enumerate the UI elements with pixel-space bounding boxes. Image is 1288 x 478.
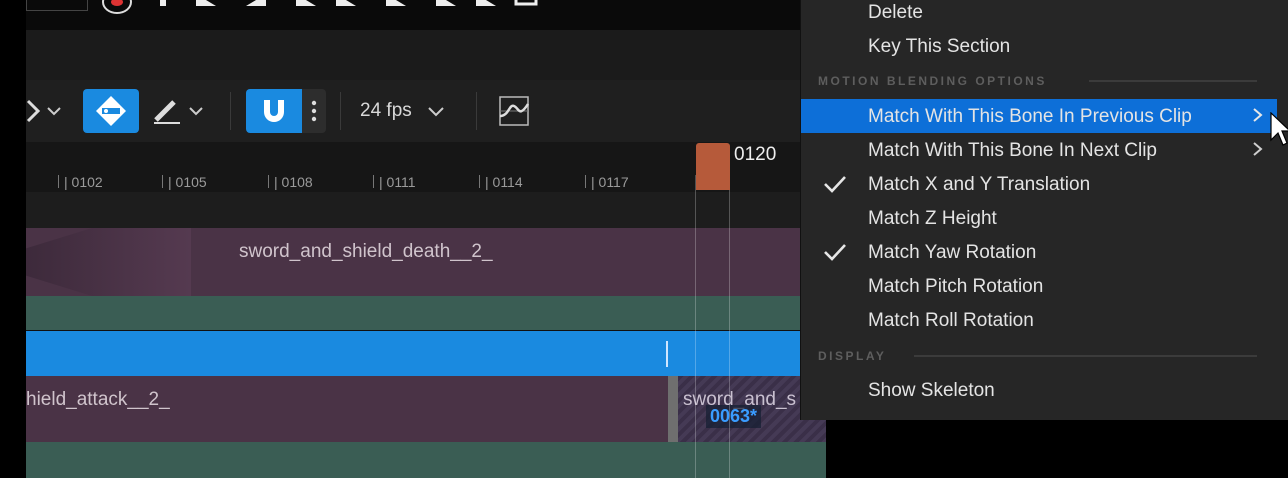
- menu-item-match-next-clip[interactable]: Match With This Bone In Next Clip: [801, 133, 1277, 167]
- menu-item-match-xy[interactable]: Match X and Y Translation: [801, 167, 1277, 201]
- chevron-down-icon: [428, 107, 444, 117]
- green-track: [26, 442, 826, 478]
- section-header-motion-blending: MOTION BLENDING OPTIONS: [818, 74, 1047, 88]
- section-divider: [1089, 80, 1257, 82]
- ruler-tick: | 0114: [479, 174, 523, 190]
- toolbar-divider: [230, 92, 231, 130]
- sequencer-toolbar: 24 fps: [26, 80, 826, 142]
- frame-badge: 0063*: [706, 405, 762, 428]
- playback-icons[interactable]: [156, 0, 556, 10]
- toolbar-divider: [476, 92, 477, 130]
- transport-controls: [156, 0, 556, 10]
- curve-editor-button[interactable]: [494, 94, 534, 128]
- ruler-tick: | 0102: [58, 174, 103, 190]
- ruler-tick: | 0117: [585, 174, 629, 190]
- snap-options-button[interactable]: [302, 89, 326, 133]
- menu-item-match-previous-clip[interactable]: Match With This Bone In Previous Clip: [801, 99, 1277, 133]
- toolbar-divider: [340, 92, 341, 130]
- ruler-tick: | 0111: [373, 174, 416, 190]
- ruler-tick: | 0105: [162, 174, 207, 190]
- clip-name: sword_and_shield_death__2_: [239, 241, 493, 262]
- selected-track-bar[interactable]: [26, 330, 826, 378]
- clip-death-track[interactable]: sword_and_shield_death__2_: [26, 228, 826, 296]
- panel-header: [26, 30, 826, 80]
- timecode-box[interactable]: [26, 0, 88, 11]
- menu-item-match-pitch[interactable]: Match Pitch Rotation: [801, 269, 1277, 303]
- context-menu: Delete Key This Section MOTION BLENDING …: [800, 0, 1288, 420]
- clip-attack-track[interactable]: hield_attack__2_ sword_and_s 0063*: [26, 376, 826, 442]
- curve-editor-icon: [499, 96, 530, 126]
- ruler-tick: | 0108: [268, 174, 313, 190]
- clip-name: hield_attack__2_: [26, 389, 170, 410]
- key-diamond-icon: [96, 96, 126, 126]
- checkmark-icon: [824, 244, 846, 261]
- chevron-right-icon: [1253, 108, 1263, 122]
- paint-tool-dropdown[interactable]: [150, 96, 210, 126]
- fps-label: 24 fps: [360, 100, 412, 121]
- pencil-icon: [154, 100, 203, 124]
- playhead-handle[interactable]: [696, 143, 730, 190]
- menu-item-match-roll[interactable]: Match Roll Rotation: [801, 303, 1277, 337]
- fps-dropdown[interactable]: 24 fps: [354, 94, 454, 128]
- more-vertical-icon: [311, 100, 317, 122]
- menu-item-match-yaw[interactable]: Match Yaw Rotation: [801, 235, 1277, 269]
- playhead-range-end: [729, 175, 730, 478]
- menu-item-key-section[interactable]: Key This Section: [801, 29, 1277, 63]
- current-frame-label: 0120: [734, 144, 777, 165]
- menu-item-match-z[interactable]: Match Z Height: [801, 201, 1277, 235]
- green-track: [26, 296, 826, 330]
- chevron-right-icon: [26, 99, 61, 123]
- left-edge: [0, 0, 26, 478]
- ruler-lower-band: [26, 192, 826, 228]
- playhead-range-start: [695, 175, 696, 478]
- key-marker[interactable]: [666, 341, 668, 367]
- mouse-cursor-icon: [1270, 112, 1288, 146]
- record-icon[interactable]: [102, 0, 132, 14]
- section-header-display: DISPLAY: [818, 349, 887, 363]
- magnet-icon: [264, 100, 284, 122]
- transform-dropdown[interactable]: [26, 96, 66, 126]
- clip-boundary-handle[interactable]: [668, 376, 678, 442]
- transport-bar: [26, 0, 826, 30]
- key-mode-button[interactable]: [83, 89, 139, 133]
- menu-item-delete[interactable]: Delete: [801, 0, 1277, 29]
- checkmark-icon: [824, 176, 846, 193]
- blend-in-region: [26, 228, 191, 296]
- section-divider: [914, 355, 1257, 357]
- snap-button[interactable]: [246, 89, 302, 133]
- menu-item-show-skeleton[interactable]: Show Skeleton: [801, 373, 1277, 407]
- chevron-right-icon: [1253, 142, 1263, 156]
